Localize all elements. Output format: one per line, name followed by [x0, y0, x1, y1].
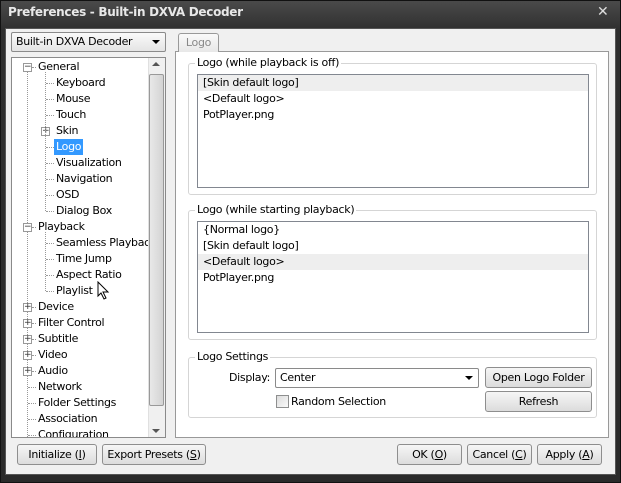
cancel-button[interactable]: Cancel (C): [467, 444, 532, 465]
logo-off-list[interactable]: [Skin default logo] <Default logo> PotPlay…: [197, 74, 589, 188]
cancel-key: C: [515, 448, 523, 461]
group-starting-playback-label: Logo (while starting playback): [195, 203, 357, 216]
tree-item-touch[interactable]: Touch: [54, 107, 88, 123]
tree-item-network[interactable]: Network: [36, 379, 84, 395]
refresh-button[interactable]: Refresh: [485, 391, 592, 412]
random-selection-label[interactable]: Random Selection: [291, 395, 386, 408]
open-logo-folder-button[interactable]: Open Logo Folder: [485, 367, 592, 388]
list-item[interactable]: <Default logo>: [198, 91, 588, 107]
list-item[interactable]: PotPlayer.png: [198, 107, 588, 123]
initialize-key: I: [78, 448, 82, 461]
settings-tree[interactable]: − General Keyboard Mouse Touch + Skin Logo Visua…: [11, 57, 166, 438]
chevron-down-icon: [465, 376, 473, 380]
display-label: Display:: [229, 371, 271, 384]
tree-item-osd[interactable]: OSD: [54, 187, 81, 203]
expand-icon[interactable]: +: [23, 351, 32, 360]
tree-item-device[interactable]: Device: [36, 299, 76, 315]
list-item[interactable]: [Skin default logo]: [198, 75, 588, 91]
mouse-cursor-icon: [97, 281, 110, 300]
group-playback-off-label: Logo (while playback is off): [195, 56, 342, 69]
export-label: Export Presets: [107, 448, 183, 461]
list-item[interactable]: <Default logo>: [198, 254, 588, 270]
logo-settings-label: Logo Settings: [195, 350, 271, 363]
collapse-icon[interactable]: −: [23, 63, 32, 72]
expand-icon[interactable]: +: [23, 335, 32, 344]
ok-key: O: [434, 448, 444, 461]
tree-item-aspect-ratio[interactable]: Aspect Ratio: [54, 267, 124, 283]
preset-combo[interactable]: Built-in DXVA Decoder: [11, 32, 166, 52]
tree-item-navigation[interactable]: Navigation: [54, 171, 114, 187]
preset-combo-value: Built-in DXVA Decoder: [16, 35, 133, 48]
initialize-button[interactable]: Initialize (I): [17, 444, 97, 465]
tree-item-logo[interactable]: Logo: [54, 139, 84, 155]
chevron-down-icon: [152, 40, 160, 44]
export-presets-button[interactable]: Export Presets (S): [102, 444, 206, 465]
tree-item-video[interactable]: Video: [36, 347, 69, 363]
tree-item-folder-settings[interactable]: Folder Settings: [36, 395, 118, 411]
tree-item-playback[interactable]: Playback: [36, 219, 87, 235]
apply-label: Apply: [545, 448, 576, 461]
scrollbar-thumb[interactable]: [149, 74, 164, 406]
collapse-icon[interactable]: −: [23, 223, 32, 232]
scroll-down-icon[interactable]: [152, 429, 160, 433]
tree-item-time-jump[interactable]: Time Jump: [54, 251, 114, 267]
tree-item-audio[interactable]: Audio: [36, 363, 70, 379]
expand-icon[interactable]: +: [23, 319, 32, 328]
cancel-label: Cancel: [472, 448, 508, 461]
expand-icon[interactable]: +: [23, 303, 32, 312]
initialize-label: Initialize: [28, 448, 72, 461]
display-combo-value: Center: [280, 371, 316, 384]
close-icon[interactable]: ✕: [597, 4, 609, 20]
tree-item-seamless-playback[interactable]: Seamless Playback: [54, 235, 158, 251]
export-key: S: [189, 448, 197, 461]
tree-item-configuration[interactable]: Configuration: [36, 427, 111, 437]
ok-label: OK: [412, 448, 428, 461]
random-selection-checkbox[interactable]: [276, 395, 289, 408]
tree-item-dialog-box[interactable]: Dialog Box: [54, 203, 114, 219]
logo-start-list[interactable]: {Normal logo} [Skin default logo] <Default…: [197, 221, 589, 333]
tree-item-keyboard[interactable]: Keyboard: [54, 75, 107, 91]
tree-item-visualization[interactable]: Visualization: [54, 155, 124, 171]
ok-button[interactable]: OK (O): [397, 444, 462, 465]
tree-item-general[interactable]: General: [36, 59, 81, 75]
list-item[interactable]: [Skin default logo]: [198, 238, 588, 254]
list-item[interactable]: PotPlayer.png: [198, 270, 588, 286]
list-item[interactable]: {Normal logo}: [198, 222, 588, 238]
apply-button[interactable]: Apply (A): [537, 444, 602, 465]
tree-item-subtitle[interactable]: Subtitle: [36, 331, 80, 347]
window-title: Preferences - Built-in DXVA Decoder: [8, 5, 243, 19]
apply-key: A: [582, 448, 590, 461]
tree-item-playlist[interactable]: Playlist: [54, 283, 95, 299]
tree-item-filter-control[interactable]: Filter Control: [36, 315, 106, 331]
tab-logo[interactable]: Logo: [178, 33, 219, 52]
tree-item-association[interactable]: Association: [36, 411, 99, 427]
tree-item-mouse[interactable]: Mouse: [54, 91, 92, 107]
expand-icon[interactable]: +: [23, 367, 32, 376]
tree-item-skin[interactable]: Skin: [54, 123, 80, 139]
display-combo[interactable]: Center: [275, 368, 479, 388]
scroll-up-icon[interactable]: [152, 62, 160, 66]
